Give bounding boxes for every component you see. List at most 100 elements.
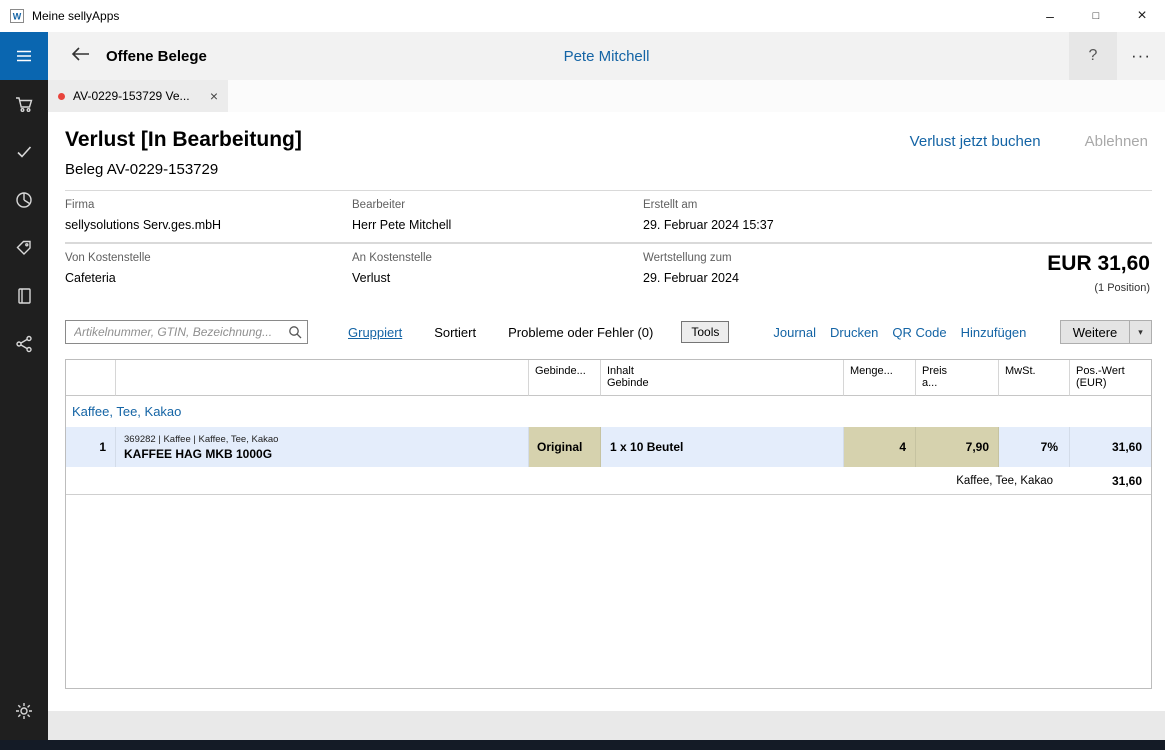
preis-cell[interactable]: 7,90: [916, 427, 999, 467]
fields-row-2: Von Kostenstelle Cafeteria An Kostenstel…: [65, 243, 1152, 304]
help-button[interactable]: ?: [1069, 32, 1117, 80]
field-value: 29. Februar 2024 15:37: [643, 218, 774, 232]
app-header: Offene Belege Pete Mitchell ? ···: [48, 32, 1165, 80]
search-wrap: [65, 320, 308, 344]
bottom-strip: [48, 711, 1165, 740]
total-block: EUR 31,60 (1 Position): [1047, 252, 1150, 294]
tab-close-icon[interactable]: ×: [210, 88, 218, 104]
problems-filter[interactable]: Probleme oder Fehler (0): [508, 325, 653, 340]
field-wertstellung: Wertstellung zum 29. Februar 2024: [643, 252, 739, 294]
search-input[interactable]: [65, 320, 308, 344]
header-mwst[interactable]: MwSt.: [999, 360, 1070, 396]
header-actions: ? ···: [1069, 32, 1165, 80]
field-erstellt-am: Erstellt am 29. Februar 2024 15:37: [643, 199, 774, 232]
grouped-toggle[interactable]: Gruppiert: [348, 325, 402, 340]
inhalt-cell: 1 x 10 Beutel: [601, 427, 844, 467]
qr-code-link[interactable]: QR Code: [892, 325, 946, 340]
total-positions: (1 Position): [1047, 282, 1150, 294]
summary-value: 31,60: [1070, 467, 1151, 494]
header-article: [116, 360, 529, 396]
field-value: Verlust: [352, 271, 643, 285]
sidebar-item-labels[interactable]: [0, 224, 48, 272]
page-title: Offene Belege: [106, 48, 207, 65]
summary-label: Kaffee, Tee, Kakao: [66, 467, 1070, 494]
minimize-button[interactable]: –: [1027, 0, 1073, 32]
document-actions: Verlust jetzt buchen Ablehnen: [910, 133, 1152, 150]
book-icon: [14, 286, 34, 306]
gebinde-cell[interactable]: Original: [529, 427, 601, 467]
header-wert[interactable]: Pos.-Wert (EUR): [1070, 360, 1151, 396]
sidebar-item-reports[interactable]: [0, 176, 48, 224]
tools-button[interactable]: Tools: [681, 321, 729, 343]
window-controls: – □ ×: [1027, 0, 1165, 32]
cart-icon: [14, 94, 34, 114]
titlebar: W Meine sellyApps – □ ×: [0, 0, 1165, 32]
back-button[interactable]: [70, 46, 90, 67]
book-loss-button[interactable]: Verlust jetzt buchen: [910, 133, 1041, 150]
tab-label: AV-0229-153729 Ve...: [73, 89, 202, 103]
header-num: [66, 360, 116, 396]
document-area: Verlust [In Bearbeitung] Verlust jetzt b…: [48, 112, 1165, 711]
positions-table: Gebinde... Inhalt Gebinde Menge... Preis…: [65, 359, 1152, 689]
item-toolbar: Gruppiert Sortiert Probleme oder Fehler …: [65, 320, 1152, 344]
current-user-link[interactable]: Pete Mitchell: [564, 48, 650, 65]
sidebar-item-journal[interactable]: [0, 272, 48, 320]
tag-icon: [14, 238, 34, 258]
menu-button[interactable]: [0, 32, 48, 80]
search-icon: [287, 324, 303, 345]
sidebar-item-tasks[interactable]: [0, 128, 48, 176]
table-header-row: Gebinde... Inhalt Gebinde Menge... Preis…: [66, 360, 1151, 396]
menge-cell[interactable]: 4: [844, 427, 916, 467]
tab-document[interactable]: AV-0229-153729 Ve... ×: [48, 80, 228, 112]
document-title-row: Verlust [In Bearbeitung] Verlust jetzt b…: [65, 128, 1152, 152]
header-inhalt[interactable]: Inhalt Gebinde: [601, 360, 844, 396]
table-row[interactable]: 1 369282 | Kaffee | Kaffee, Tee, Kakao K…: [66, 427, 1151, 467]
field-label: Wertstellung zum: [643, 252, 739, 264]
tabbar: AV-0229-153729 Ve... ×: [48, 80, 1165, 112]
reject-button[interactable]: Ablehnen: [1085, 133, 1148, 150]
svg-text:W: W: [13, 12, 22, 22]
row-number: 1: [66, 427, 116, 467]
group-header: Kaffee, Tee, Kakao: [66, 396, 1151, 427]
window-title: Meine sellyApps: [32, 9, 119, 23]
pie-chart-icon: [14, 190, 34, 210]
field-label: Firma: [65, 199, 352, 211]
close-button[interactable]: ×: [1119, 0, 1165, 32]
unsaved-dot-icon: [58, 93, 65, 100]
document-number: Beleg AV-0229-153729: [65, 161, 1152, 178]
header-menge[interactable]: Menge...: [844, 360, 916, 396]
sidebar: [0, 32, 48, 740]
field-value: Cafeteria: [65, 271, 352, 285]
header-preis[interactable]: Preis a...: [916, 360, 999, 396]
gear-icon: [14, 701, 34, 721]
sorted-toggle[interactable]: Sortiert: [434, 325, 476, 340]
more-dropdown-button[interactable]: Weitere ▾: [1060, 320, 1152, 344]
header-gebinde[interactable]: Gebinde...: [529, 360, 601, 396]
document-title: Verlust [In Bearbeitung]: [65, 128, 302, 152]
field-firma: Firma sellysolutions Serv.ges.mbH: [65, 199, 352, 232]
sidebar-item-cart[interactable]: [0, 80, 48, 128]
hamburger-icon: [14, 46, 34, 66]
main-row: Offene Belege Pete Mitchell ? ··· AV-022…: [0, 32, 1165, 740]
fields-row-1: Firma sellysolutions Serv.ges.mbH Bearbe…: [65, 190, 1152, 243]
maximize-button[interactable]: □: [1073, 0, 1119, 32]
check-icon: [14, 142, 34, 162]
app-icon: W: [9, 8, 25, 24]
chevron-down-icon: ▾: [1129, 321, 1151, 343]
print-link[interactable]: Drucken: [830, 325, 878, 340]
back-arrow-icon: [70, 46, 90, 67]
field-label: Erstellt am: [643, 199, 774, 211]
app-window: W Meine sellyApps – □ ×: [0, 0, 1165, 750]
content: Offene Belege Pete Mitchell ? ··· AV-022…: [48, 32, 1165, 740]
field-von-kostenstelle: Von Kostenstelle Cafeteria: [65, 252, 352, 294]
sidebar-item-share[interactable]: [0, 320, 48, 368]
journal-link[interactable]: Journal: [773, 325, 816, 340]
add-link[interactable]: Hinzufügen: [961, 325, 1027, 340]
sidebar-item-settings[interactable]: [0, 687, 48, 735]
more-options-button[interactable]: ···: [1117, 32, 1165, 80]
field-label: An Kostenstelle: [352, 252, 643, 264]
field-value: sellysolutions Serv.ges.mbH: [65, 218, 352, 232]
mwst-cell: 7%: [999, 427, 1070, 467]
wert-cell: 31,60: [1070, 427, 1151, 467]
field-value: Herr Pete Mitchell: [352, 218, 643, 232]
